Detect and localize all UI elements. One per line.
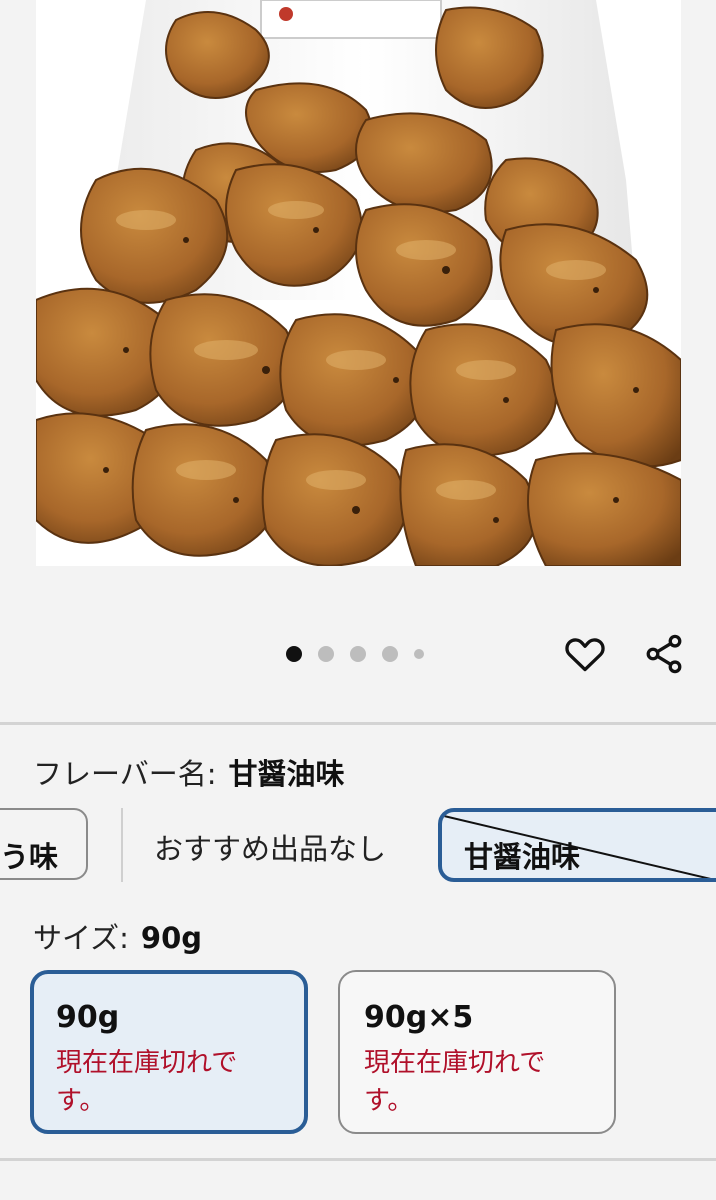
carousel-dot-2[interactable]	[318, 646, 334, 662]
size-option-90g-x5[interactable]: 90g×5 現在在庫切れです。	[338, 970, 616, 1134]
no-recommended-offer-text: おすすめ出品なし	[154, 832, 387, 866]
carousel-dot-1[interactable]	[286, 646, 302, 662]
size-label-row: サイズ: 90g	[33, 916, 202, 960]
section-divider	[0, 1158, 716, 1161]
section-divider	[0, 722, 716, 725]
flavor-option-label: う味	[0, 840, 58, 874]
flavor-option-selected[interactable]: 甘醤油味	[438, 808, 716, 882]
size-option-name: 90g×5	[364, 1000, 474, 1035]
flavor-selected-value: 甘醤油味	[228, 757, 345, 791]
flavor-separator	[121, 808, 123, 882]
product-image-carousel[interactable]	[0, 0, 716, 674]
share-button[interactable]	[640, 630, 688, 678]
flavor-label-row: フレーバー名: 甘醤油味	[33, 752, 345, 796]
flavor-label: フレーバー名:	[33, 757, 217, 791]
size-selected-value: 90g	[140, 921, 203, 955]
stock-status-text: 現在在庫切れです。	[56, 1048, 238, 1116]
size-option-90g[interactable]: 90g 現在在庫切れです。	[30, 970, 308, 1134]
share-icon	[646, 634, 682, 674]
favorite-button[interactable]	[561, 630, 609, 678]
flavor-option-previous[interactable]: う味	[0, 808, 88, 880]
stock-status-text: 現在在庫切れです。	[364, 1048, 546, 1116]
unavailable-strike-icon	[443, 815, 711, 878]
size-label: サイズ:	[33, 921, 129, 955]
carousel-dot-3[interactable]	[350, 646, 366, 662]
size-option-name: 90g	[56, 1000, 120, 1035]
product-image[interactable]	[36, 0, 681, 566]
carousel-pagination	[286, 646, 424, 662]
snack-illustration	[36, 0, 681, 566]
carousel-dot-4[interactable]	[382, 646, 398, 662]
carousel-dot-5[interactable]	[414, 649, 424, 659]
heart-icon	[565, 638, 605, 672]
